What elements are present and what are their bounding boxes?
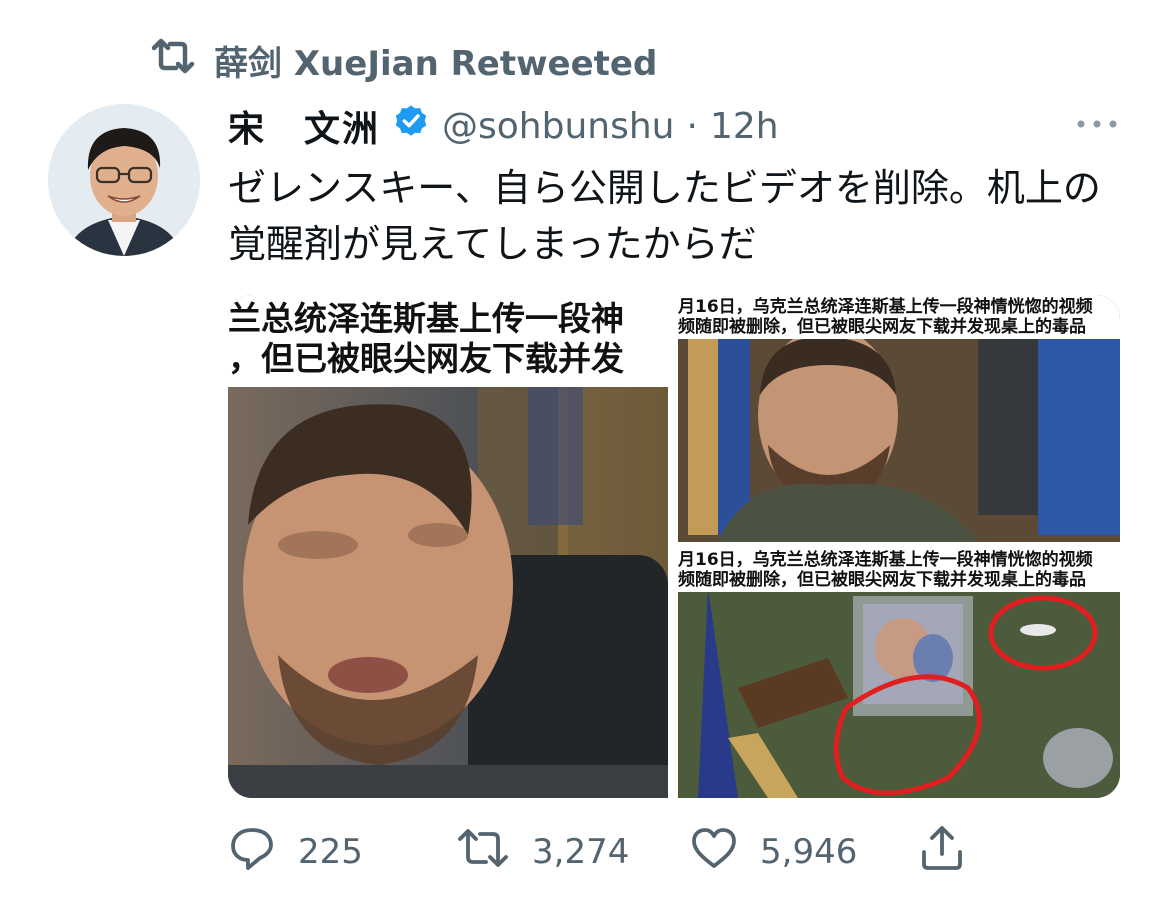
share-icon bbox=[918, 824, 966, 881]
caption-line: 频随即被删除，但已被眼尖网友下载并发现桌上的毒品 bbox=[678, 570, 1086, 590]
author-handle[interactable]: @sohbunshu bbox=[442, 106, 674, 147]
more-dots-icon bbox=[1075, 115, 1119, 134]
share-button[interactable] bbox=[918, 822, 966, 882]
tweet-text: ゼレンスキー、自ら公開したビデオを削除。机上の覚醒剤が見えてしまったからだ bbox=[228, 166, 1101, 266]
avatar[interactable] bbox=[48, 104, 200, 256]
reply-icon bbox=[228, 826, 276, 879]
media-caption-top-right: 月16日，乌克兰总统泽连斯基上传一段神情恍惚的视频 频随即被删除，但已被眼尖网友… bbox=[678, 295, 1120, 339]
caption-line: 频随即被删除，但已被眼尖网友下载并发现桌上的毒品 bbox=[678, 317, 1086, 337]
tweet-header: 宋 文洲 @sohbunshu · 12h bbox=[228, 100, 779, 152]
separator-dot: · bbox=[686, 105, 698, 147]
retweet-label: 薛剑 XueJian Retweeted bbox=[214, 43, 658, 84]
retweet-count: 3,274 bbox=[532, 832, 630, 872]
heart-icon bbox=[690, 826, 738, 879]
caption-line: 月16日，乌克兰总统泽连斯基上传一段神情恍惚的视频 bbox=[678, 550, 1093, 570]
media-image-top-right[interactable]: 月16日，乌克兰总统泽连斯基上传一段神情恍惚的视频 频随即被删除，但已被眼尖网友… bbox=[678, 295, 1120, 542]
retweet-action-icon bbox=[456, 826, 510, 879]
media-caption-left: 兰总统泽连斯基上传一段神 ，但已被眼尖网友下载并发 bbox=[228, 295, 668, 387]
author-name[interactable]: 宋 文洲 bbox=[228, 100, 380, 152]
reply-button[interactable]: 225 bbox=[228, 822, 363, 882]
reply-count: 225 bbox=[298, 832, 363, 872]
like-button[interactable]: 5,946 bbox=[690, 822, 857, 882]
media-image-left[interactable]: 兰总统泽连斯基上传一段神 ，但已被眼尖网友下载并发 bbox=[228, 295, 668, 798]
retweet-button[interactable]: 3,274 bbox=[456, 822, 629, 882]
media-caption-bottom-right: 月16日，乌克兰总统泽连斯基上传一段神情恍惚的视频 频随即被删除，但已被眼尖网友… bbox=[678, 548, 1120, 592]
caption-line: 兰总统泽连斯基上传一段神 bbox=[228, 299, 624, 338]
caption-line: ，但已被眼尖网友下载并发 bbox=[228, 339, 624, 378]
tweet-timestamp[interactable]: 12h bbox=[710, 106, 779, 147]
retweet-icon bbox=[150, 36, 196, 85]
more-options-button[interactable] bbox=[1073, 108, 1121, 140]
caption-line: 月16日，乌克兰总统泽连斯基上传一段神情恍惚的视频 bbox=[678, 297, 1093, 317]
media-grid[interactable]: 兰总统泽连斯基上传一段神 ，但已被眼尖网友下载并发 月16日，乌克兰总统泽连斯基… bbox=[228, 295, 1120, 798]
like-count: 5,946 bbox=[760, 832, 858, 872]
tweet-actions: 225 3,274 5,946 bbox=[228, 822, 988, 882]
verified-badge-icon bbox=[392, 103, 430, 150]
media-image-bottom-right[interactable]: 月16日，乌克兰总统泽连斯基上传一段神情恍惚的视频 频随即被删除，但已被眼尖网友… bbox=[678, 548, 1120, 798]
retweet-indicator[interactable]: 薛剑 XueJian Retweeted bbox=[150, 36, 657, 84]
